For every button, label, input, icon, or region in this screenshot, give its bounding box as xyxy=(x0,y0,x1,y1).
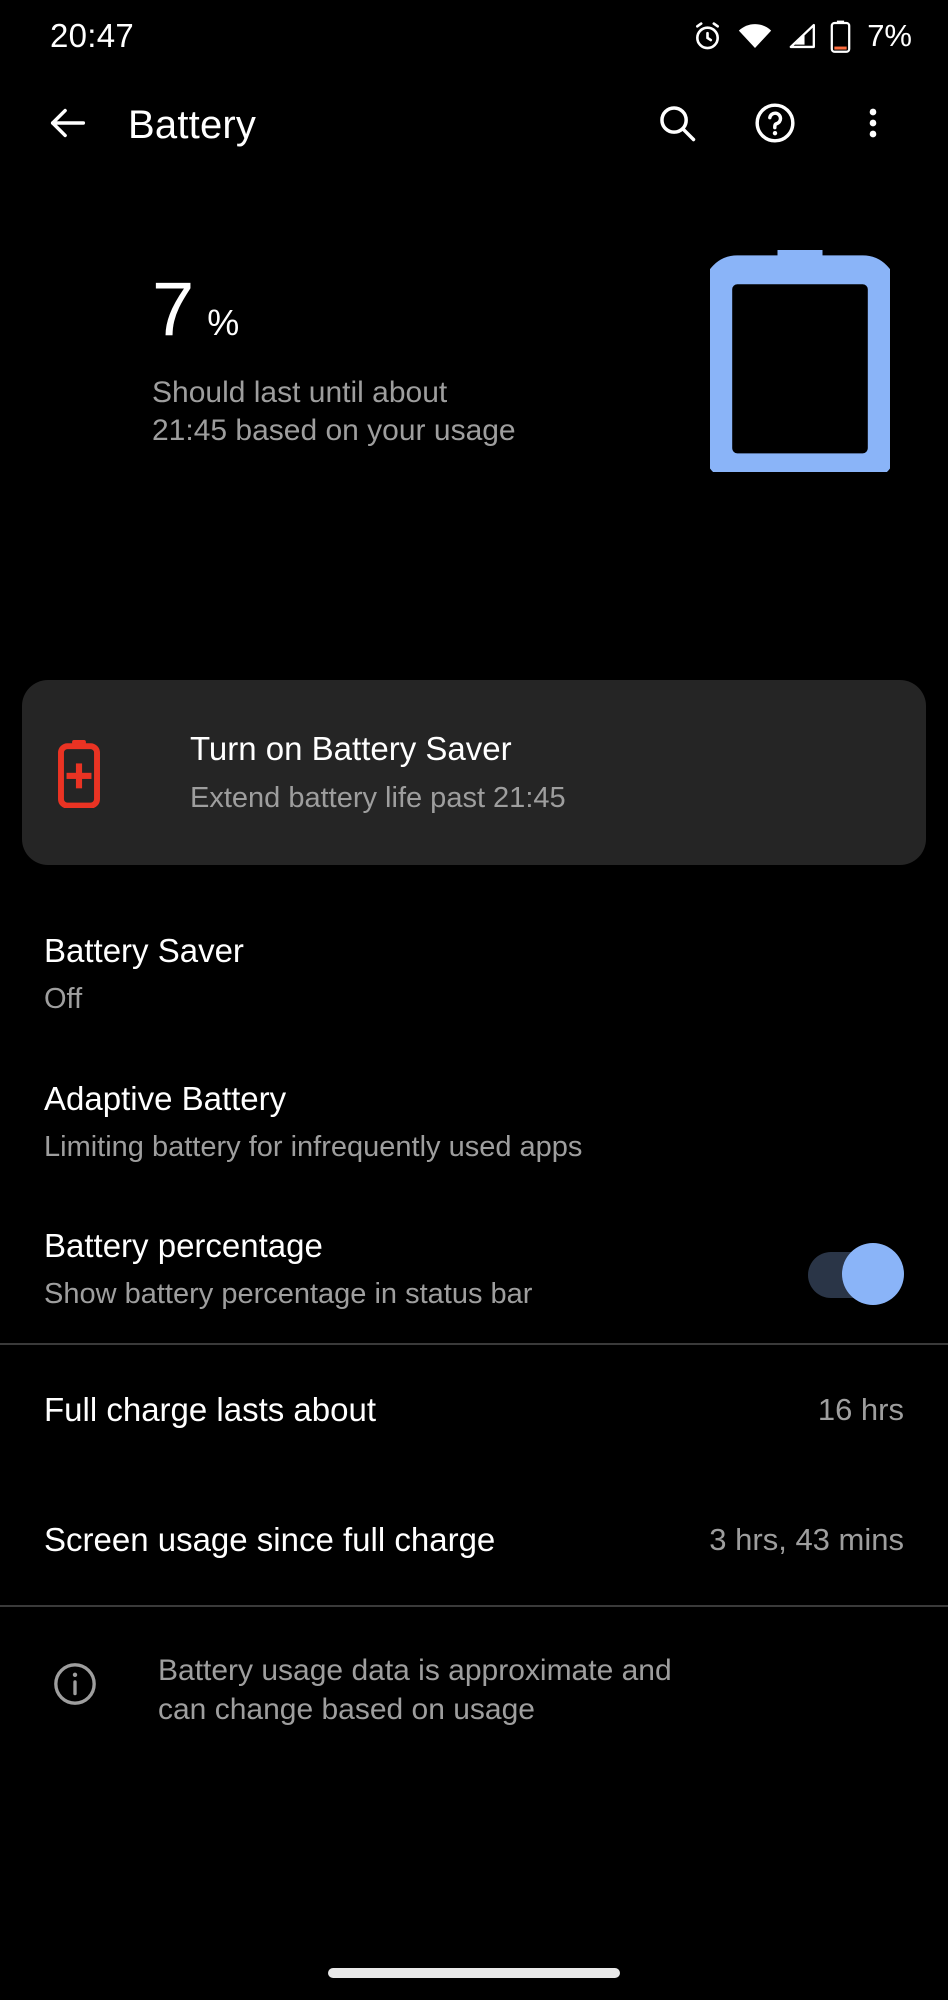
pref-battery-saver-title: Battery Saver xyxy=(44,932,244,969)
pref-adaptive-battery[interactable]: Adaptive Battery Limiting battery for in… xyxy=(0,1048,948,1196)
overflow-menu-button[interactable] xyxy=(842,94,904,156)
battery-percentage-toggle[interactable] xyxy=(796,1241,904,1305)
battery-level-header: 7 % Should last until about 21:45 based … xyxy=(0,240,948,530)
battery-estimate: Should last until about 21:45 based on y… xyxy=(152,374,710,449)
info-full-charge-label: Full charge lasts about xyxy=(44,1390,377,1428)
pref-adaptive-battery-text: Adaptive Battery Limiting battery for in… xyxy=(44,1078,904,1166)
alarm-icon xyxy=(691,20,724,53)
battery-saver-card-title: Turn on Battery Saver xyxy=(190,730,512,768)
footer-line1: Battery usage data is approximate and xyxy=(158,1653,672,1687)
pref-battery-percentage-title: Battery percentage xyxy=(44,1227,323,1264)
page-title: Battery xyxy=(128,102,257,147)
help-icon xyxy=(752,100,798,151)
battery-percent-number: 7 xyxy=(152,267,194,352)
back-arrow-icon xyxy=(45,100,91,151)
info-full-charge[interactable]: Full charge lasts about 16 hrs xyxy=(0,1345,948,1475)
info-full-charge-value: 16 hrs xyxy=(817,1391,904,1427)
battery-icon xyxy=(830,20,851,53)
battery-usage-footer-text: Battery usage data is approximate and ca… xyxy=(158,1651,672,1729)
cell-signal-icon xyxy=(786,23,816,49)
battery-settings-screen: 20:47 7% Battery 7 % Should last until a… xyxy=(0,0,948,2000)
pref-battery-saver-subtitle: Off xyxy=(44,983,83,1016)
status-bar-clock: 20:47 xyxy=(50,17,135,54)
pref-battery-percentage-subtitle: Show battery percentage in status bar xyxy=(44,1278,533,1311)
battery-level-text: 7 % Should last until about 21:45 based … xyxy=(152,240,710,449)
info-icon xyxy=(44,1651,106,1709)
battery-saver-suggestion-card[interactable]: Turn on Battery Saver Extend battery lif… xyxy=(22,680,926,865)
search-button[interactable] xyxy=(646,94,708,156)
info-screen-usage-label: Screen usage since full charge xyxy=(44,1520,496,1558)
info-screen-usage[interactable]: Screen usage since full charge 3 hrs, 43… xyxy=(0,1475,948,1605)
pref-battery-saver-text: Battery Saver Off xyxy=(44,930,904,1018)
battery-percent-row: 7 % xyxy=(152,272,710,348)
toggle-thumb xyxy=(842,1242,904,1305)
battery-percent-sign: % xyxy=(207,302,240,343)
search-icon xyxy=(655,101,699,150)
battery-graphic xyxy=(703,240,900,483)
back-button[interactable] xyxy=(32,89,104,161)
pref-battery-saver[interactable]: Battery Saver Off xyxy=(0,900,948,1048)
preference-list: Battery Saver Off Adaptive Battery Limit… xyxy=(0,900,948,1729)
app-toolbar: Battery xyxy=(0,80,948,170)
pref-battery-percentage[interactable]: Battery percentage Show battery percenta… xyxy=(0,1195,948,1343)
toolbar-actions xyxy=(646,94,918,156)
battery-estimate-line1: Should last until about xyxy=(152,376,448,409)
status-bar: 20:47 7% xyxy=(0,0,948,72)
pref-adaptive-battery-subtitle: Limiting battery for infrequently used a… xyxy=(44,1130,583,1163)
help-button[interactable] xyxy=(744,94,806,156)
battery-usage-footer: Battery usage data is approximate and ca… xyxy=(0,1607,948,1729)
battery-saver-card-text: Turn on Battery Saver Extend battery lif… xyxy=(190,729,566,815)
pref-battery-percentage-text: Battery percentage Show battery percenta… xyxy=(44,1225,772,1313)
overflow-menu-icon xyxy=(853,103,893,148)
status-bar-battery-percent: 7% xyxy=(867,18,912,53)
battery-saver-icon xyxy=(56,738,142,808)
battery-saver-card-subtitle: Extend battery life past 21:45 xyxy=(190,781,566,814)
pref-adaptive-battery-title: Adaptive Battery xyxy=(44,1079,287,1117)
info-screen-usage-value: 3 hrs, 43 mins xyxy=(709,1521,904,1557)
footer-line2: can change based on usage xyxy=(158,1692,535,1726)
battery-estimate-line2: 21:45 based on your usage xyxy=(152,413,516,447)
status-bar-icons: 7% xyxy=(691,18,912,54)
wifi-icon xyxy=(738,23,772,49)
gesture-nav-pill[interactable] xyxy=(328,1968,620,1978)
